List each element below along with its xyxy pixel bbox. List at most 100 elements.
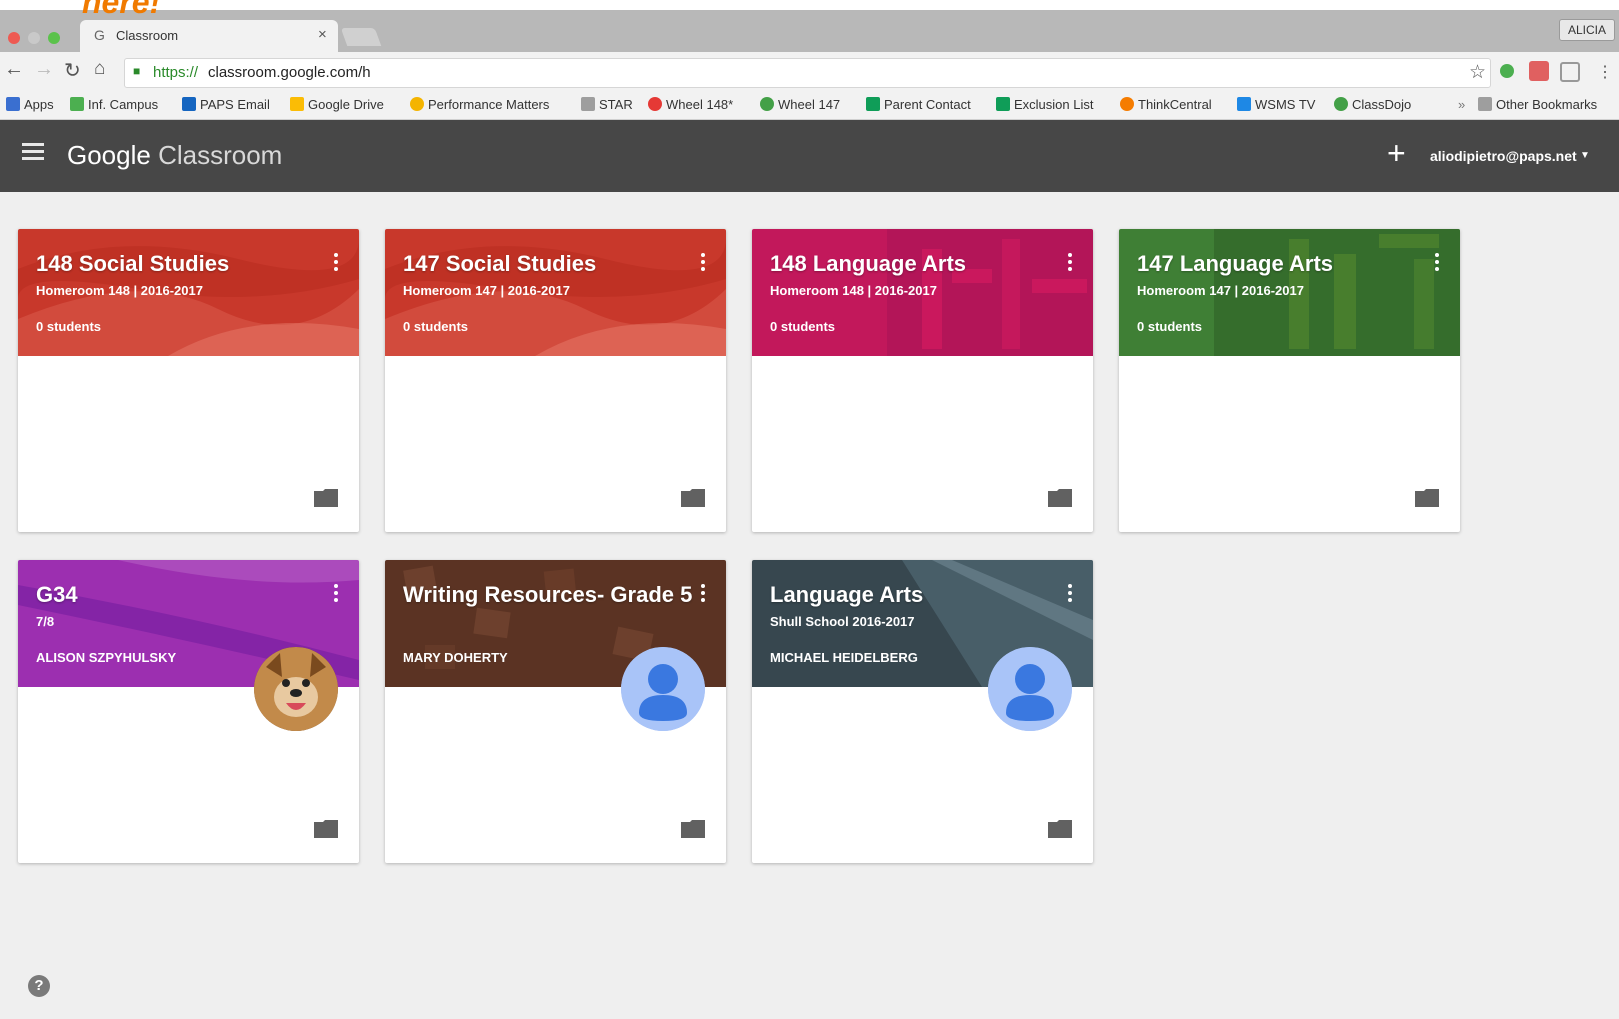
star-bookmark-icon [410,97,424,111]
folder-icon[interactable] [681,489,705,507]
wheel-icon [648,97,662,111]
class-card[interactable]: Writing Resources- Grade 5 MARY DOHERTY [385,560,726,863]
bookmark-parent-contact[interactable]: Parent Contact [866,97,971,112]
teacher-avatar [621,647,705,731]
teacher-name: ALISON SZPYHULSKY [36,650,177,665]
browser-tab-classroom[interactable]: G Classroom × [80,20,338,52]
bookmark-other-bookmarks[interactable]: Other Bookmarks [1478,97,1597,112]
folder-icon[interactable] [1048,820,1072,838]
sheets-icon [866,97,880,111]
class-card-header[interactable]: 147 Social Studies Homeroom 147 | 2016-2… [385,229,726,356]
star-app-icon [581,97,595,111]
class-card-header[interactable]: 148 Social Studies Homeroom 148 | 2016-2… [18,229,359,356]
bookmark-performance-matters[interactable]: Performance Matters [410,97,549,112]
tab-title: Classroom [116,28,179,43]
more-options-icon[interactable] [334,253,338,273]
bookmarks-overflow[interactable]: » [1458,97,1465,112]
folder-icon [1478,97,1492,111]
sheets-icon [996,97,1010,111]
bookmark-apps[interactable]: Apps [6,97,54,112]
bookmark-wheel-147[interactable]: Wheel 147 [760,97,840,112]
more-options-icon[interactable] [701,253,705,273]
class-cards-area: 148 Social Studies Homeroom 148 | 2016-2… [0,192,1619,1019]
class-title[interactable]: 147 Language Arts [1137,251,1333,277]
folder-icon[interactable] [314,489,338,507]
help-icon[interactable]: ? [28,975,50,997]
extension-green-icon[interactable] [1500,64,1514,78]
forward-arrow-icon[interactable]: → [34,58,54,81]
wsms-icon [1237,97,1251,111]
url-scheme: https:// [153,64,199,81]
more-options-icon[interactable] [334,584,338,604]
folder-icon[interactable] [681,820,705,838]
bookmarks-bar: Apps Inf. Campus PAPS Email Google Drive… [0,92,1619,120]
dog-avatar-icon [254,647,338,731]
class-student-count: 0 students [770,319,836,334]
address-bar[interactable]: ■ https:// classroom.google.com/h ☆ [124,58,1491,88]
folder-icon[interactable] [1415,489,1439,507]
class-card-header[interactable]: 147 Language Arts Homeroom 147 | 2016-20… [1119,229,1460,356]
person-avatar-icon [988,647,1072,731]
back-arrow-icon[interactable]: ← [4,58,24,81]
lock-icon: ■ [133,64,141,78]
extension-flag-icon[interactable] [1529,61,1549,81]
wheel-icon [760,97,774,111]
drive-icon [290,97,304,111]
class-title[interactable]: 148 Social Studies [36,251,229,277]
class-section: Homeroom 147 | 2016-2017 [403,283,570,298]
bookmark-thinkcentral[interactable]: ThinkCentral [1120,97,1212,112]
close-window-icon[interactable] [8,32,20,44]
class-card[interactable]: 147 Language Arts Homeroom 147 | 2016-20… [1119,229,1460,532]
thinkcentral-icon [1120,97,1134,111]
class-card[interactable]: 148 Social Studies Homeroom 148 | 2016-2… [18,229,359,532]
bookmark-star[interactable]: STAR [581,97,633,112]
class-title[interactable]: Language Arts [770,582,923,608]
campus-icon [70,97,84,111]
class-title[interactable]: 147 Social Studies [403,251,596,277]
more-options-icon[interactable] [1068,253,1072,273]
reload-icon[interactable]: ↻ [64,58,81,83]
class-section: Homeroom 148 | 2016-2017 [36,283,203,298]
bookmark-paps-email[interactable]: PAPS Email [182,97,270,112]
class-card[interactable]: 147 Social Studies Homeroom 147 | 2016-2… [385,229,726,532]
more-options-icon[interactable] [701,584,705,604]
bookmark-google-drive[interactable]: Google Drive [290,97,384,112]
browser-menu-icon[interactable]: ⋮ [1597,62,1613,82]
add-class-button[interactable]: + [1387,135,1406,172]
more-options-icon[interactable] [1435,253,1439,273]
folder-icon[interactable] [1048,489,1072,507]
class-title[interactable]: 148 Language Arts [770,251,966,277]
browser-tab-strip: G Classroom × ALICIA [0,10,1619,52]
new-tab-button[interactable] [340,28,382,46]
hamburger-menu-icon[interactable] [22,143,44,161]
bookmark-classdojo[interactable]: ClassDojo [1334,97,1411,112]
account-email[interactable]: aliodipietro@paps.net [1430,148,1577,164]
bookmark-inf-campus[interactable]: Inf. Campus [70,97,158,112]
classroom-app-bar: Google Classroom + aliodipietro@paps.net… [0,120,1619,192]
google-classroom-logo[interactable]: Google Classroom [67,140,282,171]
class-card[interactable]: G34 7/8 ALISON SZPYHULSKY [18,560,359,863]
extension-cast-icon[interactable] [1560,62,1580,82]
class-student-count: 0 students [1137,319,1203,334]
account-dropdown-icon[interactable]: ▼ [1580,150,1590,161]
maximize-window-icon[interactable] [48,32,60,44]
browser-toolbar: ← → ↻ ⌂ ■ https:// classroom.google.com/… [0,52,1619,92]
teacher-name: MICHAEL HEIDELBERG [770,650,918,665]
close-tab-icon[interactable]: × [318,26,327,43]
class-title[interactable]: Writing Resources- Grade 5 [403,582,692,608]
bookmark-wheel-148[interactable]: Wheel 148* [648,97,733,112]
class-card[interactable]: 148 Language Arts Homeroom 148 | 2016-20… [752,229,1093,532]
bookmark-exclusion-list[interactable]: Exclusion List [996,97,1093,112]
class-title[interactable]: G34 [36,582,78,608]
bookmark-wsms-tv[interactable]: WSMS TV [1237,97,1315,112]
outlook-icon [182,97,196,111]
browser-profile-button[interactable]: ALICIA [1558,19,1615,41]
home-icon[interactable]: ⌂ [94,58,105,80]
more-options-icon[interactable] [1068,584,1072,604]
bookmark-star-icon[interactable]: ☆ [1469,61,1486,84]
url-text: classroom.google.com/h [208,64,371,81]
folder-icon[interactable] [314,820,338,838]
minimize-window-icon[interactable] [28,32,40,44]
class-card-header[interactable]: 148 Language Arts Homeroom 148 | 2016-20… [752,229,1093,356]
class-card[interactable]: Language Arts Shull School 2016-2017 MIC… [752,560,1093,863]
